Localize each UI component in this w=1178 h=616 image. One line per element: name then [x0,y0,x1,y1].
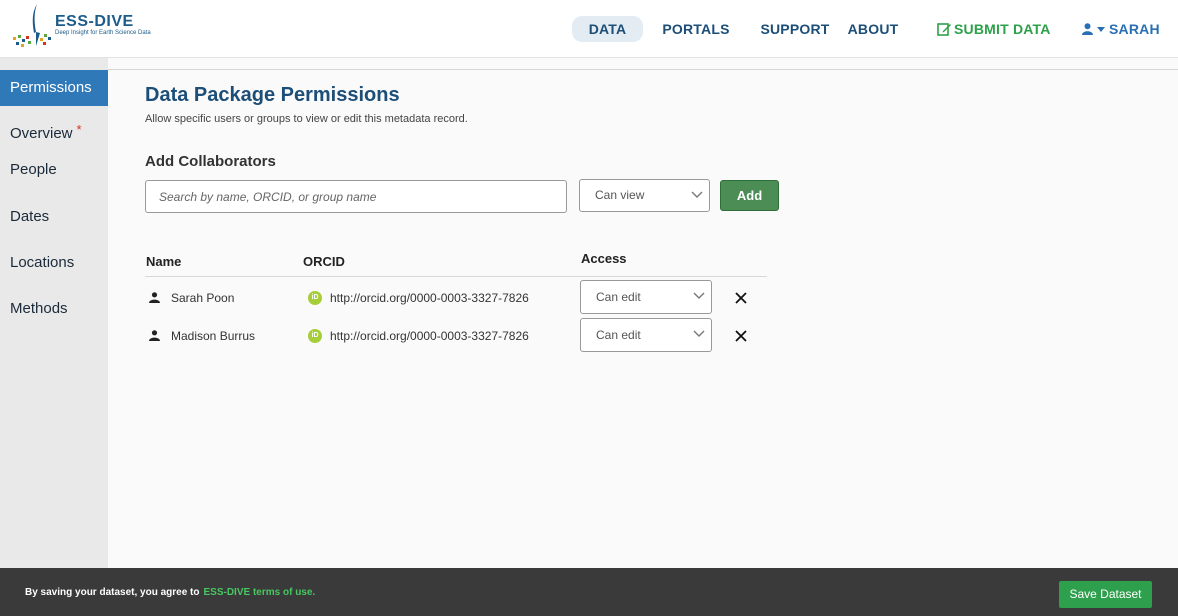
sidebar-item-label: Methods [10,300,68,317]
user-menu[interactable]: SARAH [1082,16,1166,42]
editor-sidebar: Permissions Overview * People Dates Locat… [0,58,108,568]
access-level-value: Can edit [596,328,641,342]
nav-submit-data[interactable]: SUBMIT DATA [937,16,1050,42]
add-collaborator-button[interactable]: Add [720,180,779,211]
logo-wordmark: ESS-DIVE [55,13,134,30]
logo-mark-icon [13,4,51,47]
user-name: SARAH [1109,21,1160,37]
terms-notice-text: By saving your dataset, you agree to [25,587,200,598]
top-header: ESS-DIVE Deep Insight for Earth Science … [0,0,1178,58]
save-footer: By saving your dataset, you agree to ESS-… [0,568,1178,616]
chevron-down-icon [691,191,703,198]
terms-link[interactable]: ESS-DIVE terms of use. [204,587,316,598]
column-header-name: Name [146,254,182,269]
collaborator-name: Sarah Poon [171,291,235,305]
collaborator-access-select[interactable]: Can edit [580,318,712,352]
permissions-panel: Data Package Permissions Allow specific … [108,70,1178,568]
sidebar-item-locations[interactable]: Locations [0,245,108,281]
page-title: Data Package Permissions [145,84,400,106]
nav-data[interactable]: DATA [572,16,643,42]
required-marker: * [76,122,82,137]
save-dataset-button[interactable]: Save Dataset [1059,581,1152,608]
person-icon [149,292,160,303]
orcid-link[interactable]: http://orcid.org/0000-0003-3327-7826 [330,329,529,343]
sidebar-item-label: Permissions [10,79,92,96]
sidebar-item-people[interactable]: People [0,152,108,188]
chevron-down-icon [1097,27,1105,32]
sidebar-item-overview[interactable]: Overview * [0,112,108,148]
chevron-down-icon [693,330,705,337]
column-header-orcid: ORCID [303,254,345,269]
collaborator-access-select[interactable]: Can edit [580,280,712,314]
close-icon[interactable] [734,291,748,305]
orcid-icon: iD [308,329,322,343]
access-level-value: Can view [595,188,645,202]
sidebar-item-dates[interactable]: Dates [0,199,108,235]
sidebar-item-label: Locations [10,254,75,271]
page-subtitle: Allow specific users or groups to view o… [145,113,468,125]
ess-dive-logo[interactable]: ESS-DIVE Deep Insight for Earth Science … [10,2,170,52]
header-divider [108,58,1178,70]
orcid-link[interactable]: http://orcid.org/0000-0003-3327-7826 [330,291,529,305]
table-header-divider [145,276,767,277]
nav-support[interactable]: SUPPORT [758,16,832,42]
nav-portals[interactable]: PORTALS [660,16,732,42]
access-level-select[interactable]: Can view [579,179,710,212]
sidebar-item-label: Dates [10,208,50,225]
sidebar-item-permissions[interactable]: Permissions [0,70,108,106]
sidebar-item-label: Overview [10,125,73,142]
nav-about[interactable]: ABOUT [845,16,901,42]
collaborator-search-input[interactable] [145,180,567,213]
logo-tagline: Deep Insight for Earth Science Data [55,30,151,36]
edit-icon [937,23,951,36]
terms-notice: By saving your dataset, you agree to ESS-… [25,587,315,598]
table-row: Madison Burrus iD http://orcid.org/0000-… [108,318,808,354]
sidebar-item-methods[interactable]: Methods [0,291,108,327]
table-row: Sarah Poon iD http://orcid.org/0000-0003… [108,280,808,316]
sidebar-item-label: People [10,161,57,178]
orcid-icon: iD [308,291,322,305]
column-header-access: Access [581,251,627,266]
chevron-down-icon [693,292,705,299]
close-icon[interactable] [734,329,748,343]
access-level-value: Can edit [596,290,641,304]
add-collaborators-heading: Add Collaborators [145,153,276,170]
nav-submit-label: SUBMIT DATA [954,21,1051,37]
user-icon [1082,23,1093,35]
collaborator-name: Madison Burrus [171,329,256,343]
person-icon [149,330,160,341]
